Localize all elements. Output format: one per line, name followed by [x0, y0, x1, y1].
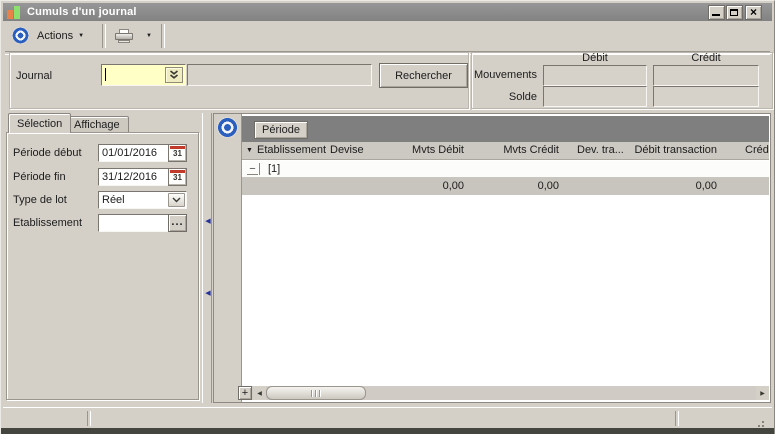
group-by-periode-label: Période	[262, 124, 300, 136]
chevron-down-icon	[172, 197, 181, 203]
status-divider	[675, 411, 679, 426]
add-row-button[interactable]: +	[238, 386, 252, 400]
print-caret-icon: ▼	[146, 33, 152, 39]
panel-splitter[interactable]: ◀ ◀	[202, 113, 212, 403]
column-header-mvts-credit[interactable]: Mvts Crédit	[503, 144, 559, 156]
minimize-button[interactable]	[708, 5, 725, 20]
column-header-mvts-debit[interactable]: Mvts Débit	[412, 144, 464, 156]
column-header-debit-transaction[interactable]: Débit transaction	[634, 144, 717, 156]
column-header-devise[interactable]: Devise	[330, 144, 364, 156]
total-mvts-debit: 0,00	[443, 180, 464, 192]
mouvements-credit-field	[653, 65, 759, 86]
minimize-icon	[712, 14, 720, 16]
print-button[interactable]	[109, 25, 139, 47]
solde-debit-field	[543, 86, 647, 107]
tree-line	[259, 163, 260, 175]
grid-gutter	[214, 114, 242, 402]
bullseye-icon[interactable]	[11, 26, 30, 45]
splitter-collapse-icon[interactable]: ◀	[204, 217, 212, 225]
column-header-credit-transaction[interactable]: Créd	[745, 144, 769, 156]
journal-label: Journal	[16, 70, 52, 82]
grid-bullseye-icon[interactable]	[216, 116, 239, 139]
periode-debut-calendar-button[interactable]: 31	[168, 144, 187, 162]
scroll-right-button[interactable]: ▶	[756, 386, 769, 400]
actions-label: Actions	[37, 30, 73, 42]
title-bar[interactable]: Cumuls d'un journal	[3, 3, 772, 21]
mouvements-debit-field	[543, 65, 647, 86]
maximize-button[interactable]	[726, 5, 743, 20]
plus-icon: +	[242, 387, 248, 399]
periode-debut-input[interactable]: 01/01/2016	[98, 144, 169, 162]
resize-grip[interactable]	[762, 421, 764, 423]
column-header-etablissement[interactable]: Etablissement	[257, 144, 326, 156]
journal-code-input[interactable]	[101, 64, 186, 86]
periode-fin-label: Période fin	[13, 171, 66, 183]
close-button[interactable]: ×	[745, 5, 762, 20]
maximize-icon	[730, 9, 738, 16]
column-header-dev-transaction[interactable]: Dev. tra...	[577, 144, 624, 156]
app-chart-icon	[7, 6, 20, 19]
printer-icon	[115, 29, 133, 43]
actions-caret-icon: ▼	[78, 33, 84, 39]
scroll-left-button[interactable]: ◀	[253, 386, 266, 400]
total-mvts-credit: 0,00	[538, 180, 559, 192]
window-bottom-edge	[1, 428, 774, 434]
window-title: Cumuls d'un journal	[27, 6, 137, 18]
text-caret	[105, 68, 106, 81]
scrollbar-thumb[interactable]	[266, 386, 366, 400]
total-debit-transaction: 0,00	[696, 180, 717, 192]
scroll-left-icon: ◀	[257, 390, 262, 397]
type-de-lot-select[interactable]: Réel	[98, 191, 187, 209]
type-de-lot-dropdown-button[interactable]	[168, 193, 185, 207]
totals-row: 0,00 0,00 0,00	[242, 178, 769, 195]
splitter-collapse-icon[interactable]: ◀	[204, 289, 212, 297]
periode-debut-value: 01/01/2016	[102, 147, 157, 159]
group-row-label: [1]	[268, 163, 280, 175]
group-row[interactable]: − [1]	[242, 161, 769, 178]
periode-fin-value: 31/12/2016	[102, 171, 157, 183]
etablissement-input[interactable]	[98, 214, 169, 232]
selection-panel: Sélection Affichage Période début 01/01/…	[4, 113, 201, 403]
journal-name-field	[187, 64, 372, 86]
etablissement-lookup-button[interactable]: ...	[168, 214, 187, 232]
double-chevron-down-icon	[169, 70, 179, 80]
type-de-lot-label: Type de lot	[13, 194, 67, 206]
app-window: Cumuls d'un journal × Actions ▼ ▼ Journa…	[0, 0, 775, 434]
close-icon: ×	[746, 6, 761, 19]
status-bar	[3, 407, 772, 428]
scroll-right-icon: ▶	[760, 390, 765, 397]
actions-menu-button[interactable]: Actions ▼	[37, 25, 84, 47]
app-icon-green-bar	[14, 6, 20, 19]
credit-column-header: Crédit	[653, 52, 759, 64]
collapse-group-button[interactable]: −	[247, 163, 260, 175]
mouvements-label: Mouvements	[431, 69, 537, 81]
app-icon-orange-bar	[7, 10, 13, 19]
group-by-periode-button[interactable]: Période	[254, 121, 308, 139]
calendar-day-label: 31	[169, 149, 186, 158]
toolbar: Actions ▼ ▼	[3, 21, 772, 51]
group-by-band: Période	[242, 116, 769, 142]
ellipsis-icon: ...	[171, 216, 183, 228]
grid-header-row: ▼ Etablissement Devise Mvts Débit Mvts C…	[242, 142, 769, 160]
minus-icon: −	[247, 164, 258, 175]
periode-fin-calendar-button[interactable]: 31	[168, 168, 187, 186]
calendar-day-label: 31	[169, 173, 186, 182]
results-grid: Période ▼ Etablissement Devise Mvts Débi…	[213, 113, 771, 403]
toolbar-separator	[102, 24, 106, 48]
status-divider	[87, 411, 91, 426]
etablissement-label: Etablissement	[13, 217, 82, 229]
print-dropdown-button[interactable]: ▼	[141, 25, 157, 47]
type-de-lot-value: Réel	[102, 194, 125, 206]
solde-credit-field	[653, 86, 759, 107]
toolbar-separator-2	[161, 24, 165, 48]
periode-fin-input[interactable]: 31/12/2016	[98, 168, 169, 186]
periode-debut-label: Période début	[13, 147, 82, 159]
horizontal-scrollbar[interactable]: + ◀ ▶	[238, 386, 769, 400]
solde-label: Solde	[431, 91, 537, 103]
debit-column-header: Débit	[543, 52, 647, 64]
journal-lookup-button[interactable]	[165, 67, 183, 83]
row-indicator-icon[interactable]: ▼	[246, 147, 253, 154]
